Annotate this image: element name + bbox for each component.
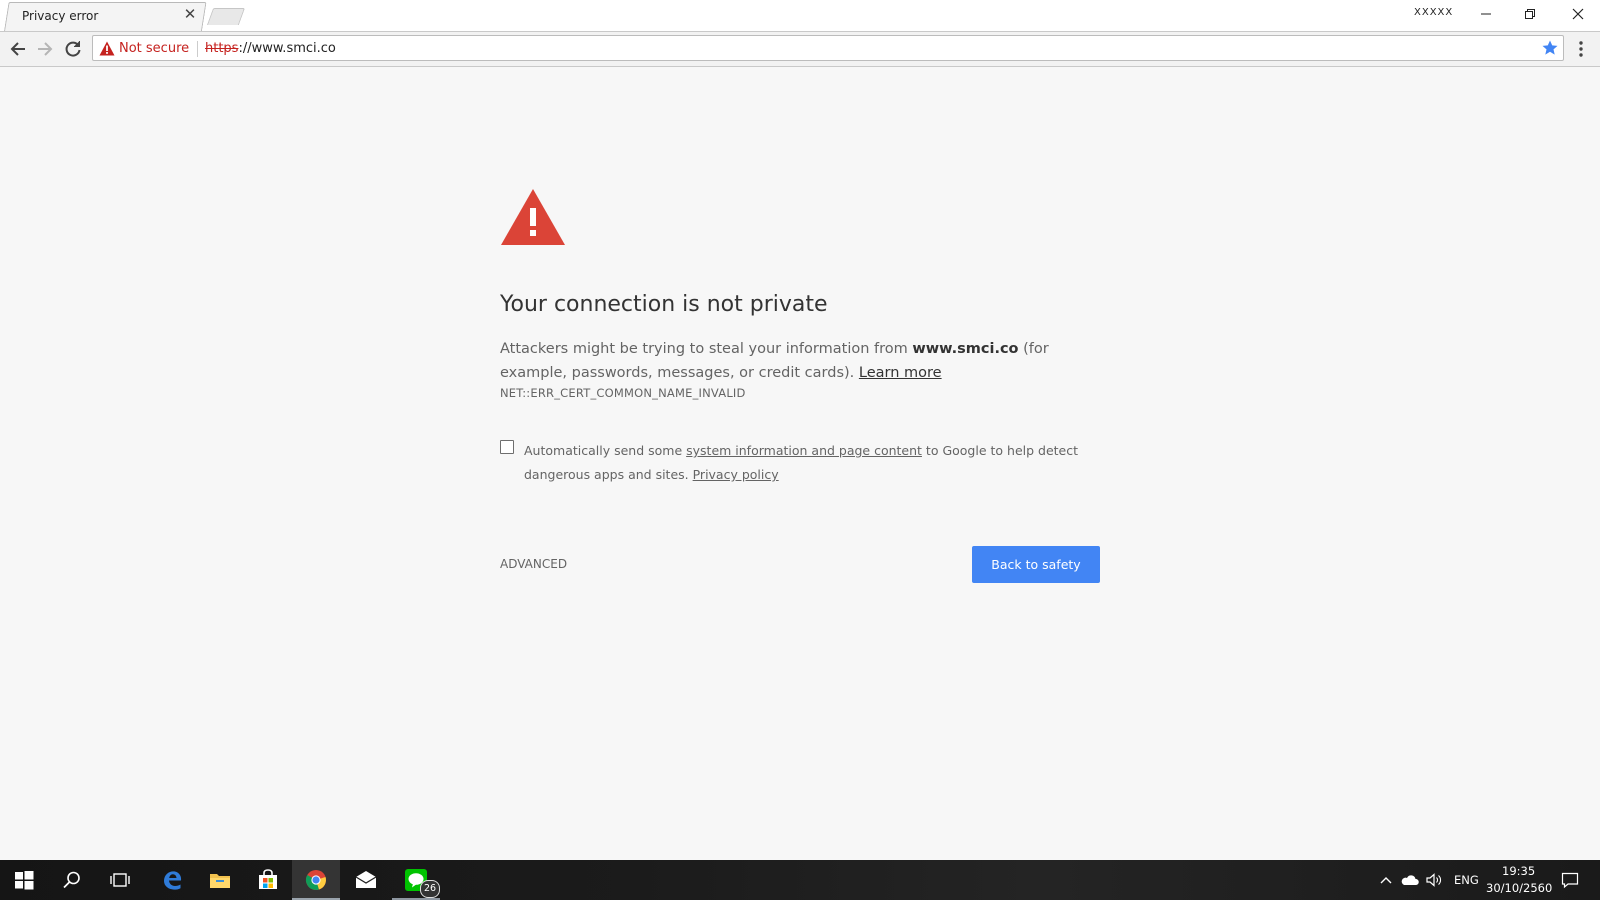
optin-text: Automatically send some xyxy=(524,443,687,458)
title-bar: Privacy error ✕ XXXXX xyxy=(0,0,1600,32)
warning-triangle-icon xyxy=(501,189,565,245)
chrome-taskbar-button[interactable] xyxy=(292,860,340,900)
url-scheme: https xyxy=(205,41,239,56)
windows-logo-icon xyxy=(15,871,34,890)
notification-badge: 26 xyxy=(420,880,440,898)
clock-time[interactable]: 19:35 xyxy=(1502,864,1535,878)
advanced-button[interactable]: ADVANCED xyxy=(500,557,567,571)
action-center-icon[interactable] xyxy=(1560,870,1580,890)
profile-label[interactable]: XXXXX xyxy=(1414,7,1452,21)
error-code[interactable]: NET::ERR_CERT_COMMON_NAME_INVALID xyxy=(500,386,746,400)
url-text[interactable]: https://www.smci.co xyxy=(205,41,336,56)
mail-icon xyxy=(355,871,377,888)
menu-kebab-icon[interactable] xyxy=(1574,38,1588,60)
omnibox-divider xyxy=(197,41,198,57)
close-window-icon[interactable] xyxy=(1556,0,1600,28)
tab-title: Privacy error xyxy=(22,9,99,23)
start-button[interactable] xyxy=(0,860,48,900)
task-view-icon xyxy=(110,873,130,887)
chevron-up-icon[interactable] xyxy=(1376,870,1396,890)
chrome-icon xyxy=(305,870,326,890)
volume-icon[interactable] xyxy=(1424,870,1444,890)
edge-icon xyxy=(164,871,182,890)
file-explorer-taskbar-button[interactable] xyxy=(196,860,244,900)
folder-icon xyxy=(210,874,230,888)
windows-taskbar: 26 ENG 19:35 30/10/2560 xyxy=(0,860,1600,900)
language-indicator[interactable]: ENG xyxy=(1454,873,1479,887)
page-title: Your connection is not private xyxy=(500,292,828,317)
edge-taskbar-button[interactable] xyxy=(148,860,196,900)
optin-label: Automatically send some system informati… xyxy=(524,439,1084,487)
explanation-text: Attackers might be trying to steal your … xyxy=(500,341,913,357)
reload-icon[interactable] xyxy=(60,36,86,62)
learn-more-link[interactable]: Learn more xyxy=(859,365,942,381)
bookmark-star-icon[interactable] xyxy=(1541,39,1559,57)
minimize-icon[interactable] xyxy=(1464,0,1508,28)
warning-triangle-icon xyxy=(99,41,115,56)
back-arrow-icon[interactable] xyxy=(5,36,31,62)
url-host: ://www.smci.co xyxy=(238,41,336,56)
onedrive-cloud-icon[interactable] xyxy=(1400,870,1420,890)
task-view-button[interactable] xyxy=(96,860,144,900)
address-bar[interactable]: Not secure https://www.smci.co xyxy=(92,35,1564,61)
domain-name: www.smci.co xyxy=(912,341,1019,357)
back-to-safety-button[interactable]: Back to safety xyxy=(972,546,1100,583)
tab-privacy-error[interactable]: Privacy error ✕ xyxy=(6,2,202,30)
new-tab-button[interactable] xyxy=(206,8,246,25)
mail-taskbar-button[interactable] xyxy=(342,860,390,900)
clock-date[interactable]: 30/10/2560 xyxy=(1486,881,1552,895)
tab-close-icon[interactable]: ✕ xyxy=(182,6,198,22)
browser-toolbar: Not secure https://www.smci.co xyxy=(0,32,1600,67)
explanation-paragraph: Attackers might be trying to steal your … xyxy=(500,337,1100,385)
restore-icon[interactable] xyxy=(1508,0,1552,28)
store-taskbar-button[interactable] xyxy=(244,860,292,900)
privacy-policy-link[interactable]: Privacy policy xyxy=(693,467,779,482)
forward-arrow-icon[interactable] xyxy=(32,36,58,62)
not-secure-label: Not secure xyxy=(119,41,190,56)
store-bag-icon xyxy=(259,869,277,889)
system-info-link[interactable]: system information and page content xyxy=(686,443,922,458)
search-button[interactable] xyxy=(48,860,96,900)
line-taskbar-button[interactable]: 26 xyxy=(392,860,440,900)
search-icon xyxy=(63,871,80,889)
extended-reporting-checkbox[interactable] xyxy=(500,440,514,454)
